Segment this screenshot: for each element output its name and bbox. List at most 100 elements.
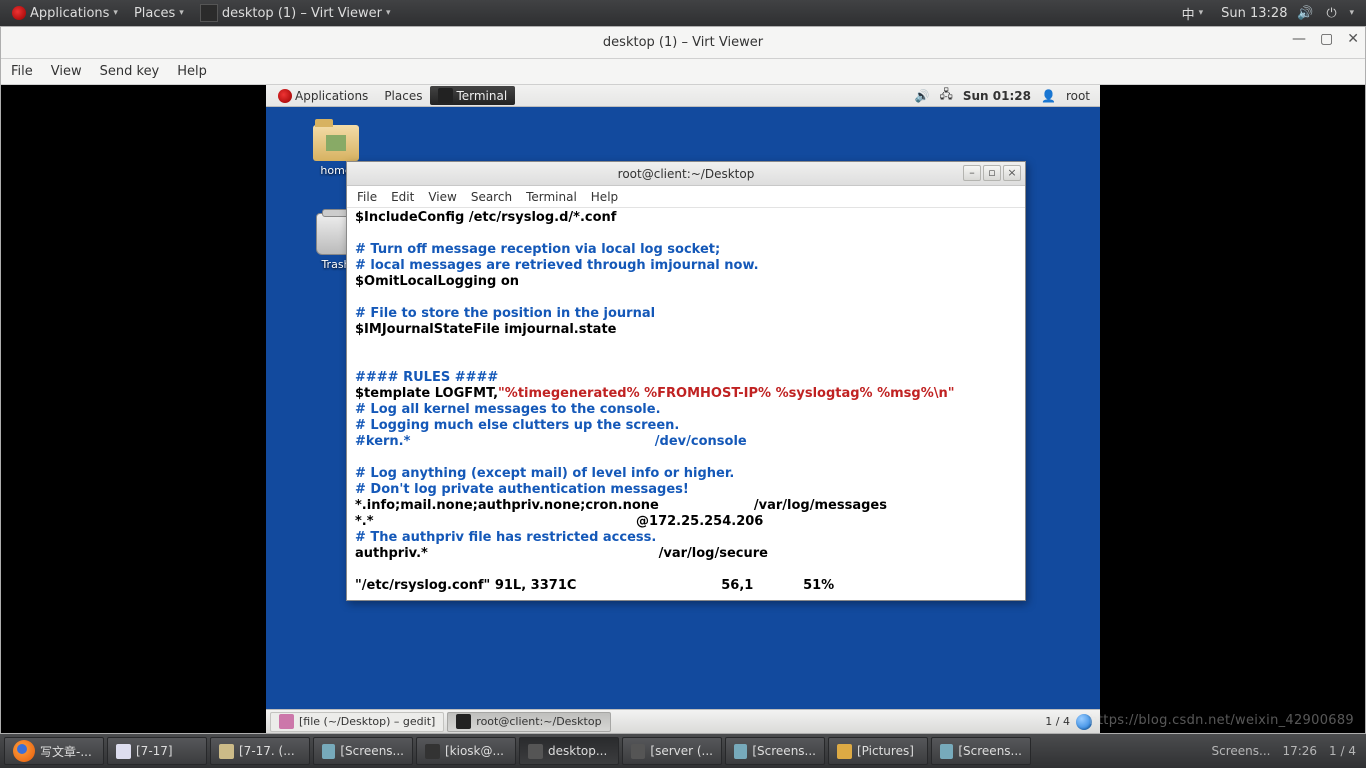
host-taskbar-item[interactable]: [Screens... (931, 737, 1031, 765)
guest-terminal-app[interactable]: Terminal (430, 86, 515, 105)
guest-desktop[interactable]: Applications Places Terminal 🔊 🖧 Sun 01:… (266, 85, 1100, 733)
ime-label: 中 (1182, 4, 1195, 23)
ime-switcher[interactable]: 中 ▾ (1174, 4, 1212, 23)
redhat-icon (278, 89, 292, 103)
guest-apps-label: Applications (295, 89, 368, 103)
terminal-title: root@client:~/Desktop (618, 167, 755, 181)
show-desktop-icon[interactable] (1076, 714, 1092, 730)
guest-apps-menu[interactable]: Applications (270, 89, 376, 103)
taskbar-item-label: [7-17] (136, 744, 173, 758)
host-taskbar-item[interactable]: [Screens... (313, 737, 413, 765)
menu-edit[interactable]: Edit (391, 190, 414, 204)
firefox-icon (13, 740, 35, 762)
editor-content: $IncludeConfig /etc/rsyslog.d/*.conf # T… (355, 210, 1017, 578)
host-places-menu[interactable]: Places ▾ (126, 0, 192, 26)
vm-framebuffer[interactable]: Applications Places Terminal 🔊 🖧 Sun 01:… (1, 85, 1365, 733)
taskbar-item-label: [Screens... (752, 744, 816, 758)
img-icon (940, 744, 953, 759)
power-icon[interactable]: ⏻ (1323, 5, 1339, 21)
host-taskbar-item[interactable]: [Screens... (725, 737, 825, 765)
guest-bottom-panel: [file (~/Desktop) – gedit] root@client:~/… (266, 709, 1100, 733)
menu-help[interactable]: Help (177, 64, 207, 79)
virt-title: desktop (1) – Virt Viewer (603, 35, 763, 50)
taskbar-item-label: [file (~/Desktop) – gedit] (299, 715, 435, 728)
guest-places-label: Places (384, 89, 422, 103)
vm-icon (631, 744, 645, 759)
host-taskbar-item[interactable]: 写文章-... (4, 737, 104, 765)
guest-clock[interactable]: Sun 01:28 (963, 89, 1031, 103)
host-clock[interactable]: Sun 13:28 (1221, 6, 1287, 21)
edit-icon (219, 744, 234, 759)
close-button[interactable]: × (1003, 165, 1021, 181)
minimize-button[interactable]: — (1292, 31, 1306, 47)
tray-item[interactable]: 17:26 (1282, 744, 1317, 758)
chevron-down-icon: ▾ (1199, 8, 1204, 18)
host-active-app[interactable]: desktop (1) – Virt Viewer ▾ (192, 0, 399, 26)
close-button[interactable]: ✕ (1347, 31, 1359, 47)
taskbar-item[interactable]: [file (~/Desktop) – gedit] (270, 712, 444, 732)
terminal-icon (456, 714, 471, 729)
maximize-button[interactable]: ▫ (983, 165, 1001, 181)
volume-icon[interactable]: 🔊 (1297, 5, 1313, 21)
gedit-icon (279, 714, 294, 729)
menu-file[interactable]: File (11, 64, 33, 79)
terminal-editor-body[interactable]: $IncludeConfig /etc/rsyslog.d/*.conf # T… (347, 208, 1025, 600)
term-icon (425, 744, 440, 759)
chevron-down-icon: ▾ (179, 8, 184, 18)
img-icon (322, 744, 335, 759)
minimize-button[interactable]: – (963, 165, 981, 181)
guest-terminal-label: Terminal (456, 89, 507, 103)
fold-icon (837, 744, 852, 759)
guest-top-panel: Applications Places Terminal 🔊 🖧 Sun 01:… (266, 85, 1100, 107)
chevron-down-icon: ▾ (386, 8, 391, 18)
host-taskbar-item[interactable]: [server (... (622, 737, 722, 765)
doc-icon (116, 744, 131, 759)
virtviewer-icon (200, 4, 218, 22)
menu-search[interactable]: Search (471, 190, 512, 204)
menu-view[interactable]: View (51, 64, 82, 79)
taskbar-item[interactable]: root@client:~/Desktop (447, 712, 610, 732)
vm-icon (528, 744, 543, 759)
terminal-window[interactable]: root@client:~/Desktop – ▫ × File Edit Vi… (346, 161, 1026, 601)
host-active-app-label: desktop (1) – Virt Viewer (222, 6, 382, 21)
chevron-down-icon: ▾ (113, 8, 118, 18)
user-icon: 👤 (1041, 89, 1056, 103)
redhat-icon (12, 6, 26, 20)
menu-terminal[interactable]: Terminal (526, 190, 577, 204)
pager-label[interactable]: 1 / 4 (1045, 715, 1070, 728)
menu-sendkey[interactable]: Send key (100, 64, 160, 79)
volume-icon[interactable]: 🔊 (915, 89, 930, 103)
taskbar-item-label: [Screens... (340, 744, 404, 758)
guest-places-menu[interactable]: Places (376, 89, 430, 103)
tray-item[interactable]: 1 / 4 (1329, 744, 1356, 758)
terminal-titlebar[interactable]: root@client:~/Desktop – ▫ × (347, 162, 1025, 186)
menu-file[interactable]: File (357, 190, 377, 204)
taskbar-item-label: [Screens... (958, 744, 1022, 758)
menu-view[interactable]: View (428, 190, 456, 204)
maximize-button[interactable]: ▢ (1320, 31, 1333, 47)
tray-item[interactable]: Screens... (1212, 744, 1271, 758)
virt-viewer-window: desktop (1) – Virt Viewer — ▢ ✕ File Vie… (0, 26, 1366, 734)
virt-viewer-titlebar[interactable]: desktop (1) – Virt Viewer — ▢ ✕ (1, 27, 1365, 59)
chevron-down-icon: ▾ (1349, 8, 1354, 18)
host-taskbar: 写文章-... [7-17] [7-17. (... [Screens... [kios… (0, 734, 1366, 768)
terminal-menubar: File Edit View Search Terminal Help (347, 186, 1025, 208)
taskbar-item-label: [Pictures] (857, 744, 914, 758)
network-icon[interactable]: 🖧 (939, 85, 952, 106)
host-taskbar-item[interactable]: [kiosk@... (416, 737, 516, 765)
guest-user[interactable]: root (1066, 89, 1090, 103)
host-taskbar-item[interactable]: [7-17. (... (210, 737, 310, 765)
menu-help[interactable]: Help (591, 190, 618, 204)
home-icon (326, 135, 346, 151)
host-top-panel: Applications ▾ Places ▾ desktop (1) – Vi… (0, 0, 1366, 26)
host-taskbar-item[interactable]: [Pictures] (828, 737, 928, 765)
host-taskbar-item[interactable]: [7-17] (107, 737, 207, 765)
taskbar-item-label: [kiosk@... (445, 744, 504, 758)
host-apps-menu[interactable]: Applications ▾ (4, 0, 126, 26)
terminal-icon (438, 88, 453, 103)
taskbar-item-label: desktop... (548, 744, 607, 758)
vim-status-line: "/etc/rsyslog.conf" 91L, 3371C 56,1 51% (355, 578, 1017, 594)
virt-viewer-menubar: File View Send key Help (1, 59, 1365, 85)
taskbar-item-label: [7-17. (... (239, 744, 295, 758)
host-taskbar-item[interactable]: desktop... (519, 737, 619, 765)
